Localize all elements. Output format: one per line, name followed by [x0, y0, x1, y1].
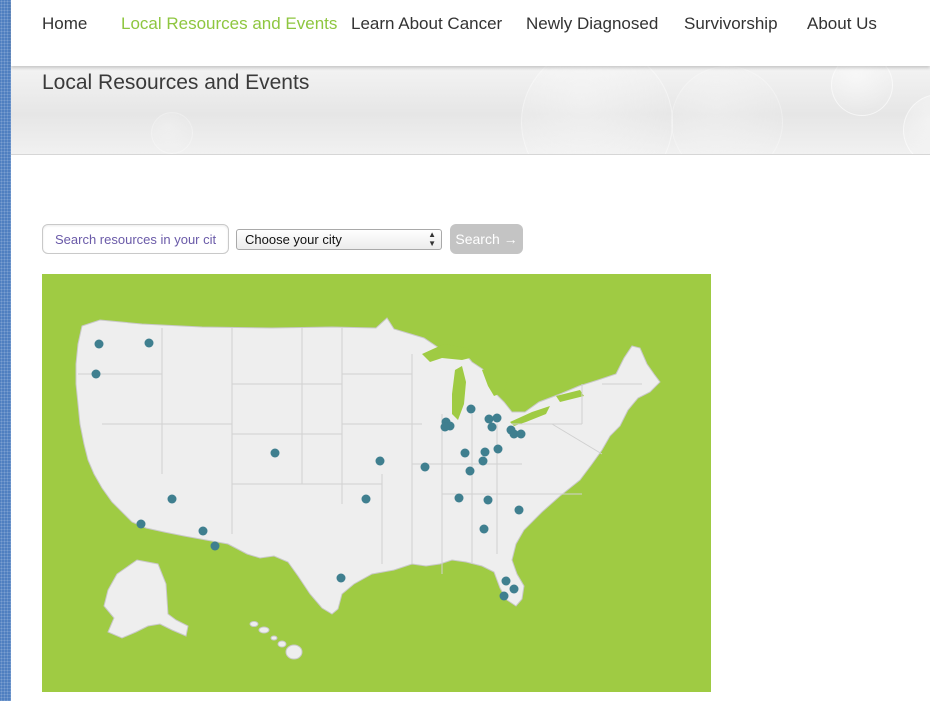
location-marker[interactable] [466, 404, 476, 414]
hawaii-island [270, 635, 278, 641]
nav-newly-diagnosed[interactable]: Newly Diagnosed [526, 14, 658, 34]
page-title: Local Resources and Events [42, 71, 310, 94]
location-marker[interactable] [91, 369, 101, 379]
nav-local-resources-and-events[interactable]: Local Resources and Events [121, 14, 337, 34]
banner-bubble [671, 66, 783, 154]
location-marker[interactable] [375, 456, 385, 466]
hawaii-island [277, 640, 287, 648]
location-marker[interactable] [460, 448, 470, 458]
hawaii-island [285, 644, 303, 660]
location-marker[interactable] [270, 448, 280, 458]
location-marker[interactable] [361, 494, 371, 504]
location-marker[interactable] [487, 422, 497, 432]
page-banner: Local Resources and Events [11, 66, 930, 155]
location-marker[interactable] [516, 429, 526, 439]
location-marker[interactable] [480, 447, 490, 457]
location-marker[interactable] [94, 339, 104, 349]
location-marker[interactable] [454, 493, 464, 503]
location-marker[interactable] [336, 573, 346, 583]
banner-bubble [831, 66, 893, 116]
location-marker[interactable] [198, 526, 208, 536]
location-marker[interactable] [167, 494, 177, 504]
nav-home[interactable]: Home [42, 14, 87, 34]
city-search-input[interactable] [42, 224, 229, 254]
location-marker[interactable] [136, 519, 146, 529]
us-resources-map[interactable] [42, 274, 711, 692]
nav-about-us[interactable]: About Us [807, 14, 877, 34]
location-marker[interactable] [509, 584, 519, 594]
location-marker[interactable] [514, 505, 524, 515]
location-marker[interactable] [479, 524, 489, 534]
location-marker[interactable] [144, 338, 154, 348]
location-marker[interactable] [420, 462, 430, 472]
banner-bubble [521, 66, 673, 154]
city-select-value: Choose your city [245, 232, 342, 247]
location-marker[interactable] [478, 456, 488, 466]
nav-learn-about-cancer[interactable]: Learn About Cancer [351, 14, 502, 34]
location-marker[interactable] [210, 541, 220, 551]
banner-bubble [151, 112, 193, 154]
left-edge-stripe [0, 0, 11, 701]
banner-bubble [903, 94, 930, 154]
nav-survivorship[interactable]: Survivorship [684, 14, 778, 34]
search-button[interactable]: Search → [450, 224, 523, 254]
location-marker[interactable] [493, 444, 503, 454]
hawaii-island [249, 621, 259, 627]
select-arrows-icon: ▲ ▼ [428, 230, 436, 248]
location-marker[interactable] [501, 576, 511, 586]
main-navigation: Home Local Resources and Events Learn Ab… [11, 0, 930, 66]
location-marker[interactable] [492, 413, 502, 423]
us-map-svg [42, 274, 711, 692]
location-marker[interactable] [440, 422, 450, 432]
location-marker[interactable] [465, 466, 475, 476]
location-marker[interactable] [483, 495, 493, 505]
location-marker[interactable] [499, 591, 509, 601]
location-marker[interactable] [484, 414, 494, 424]
city-select[interactable]: Choose your city ▲ ▼ [236, 229, 442, 250]
hawaii-island [258, 626, 270, 634]
